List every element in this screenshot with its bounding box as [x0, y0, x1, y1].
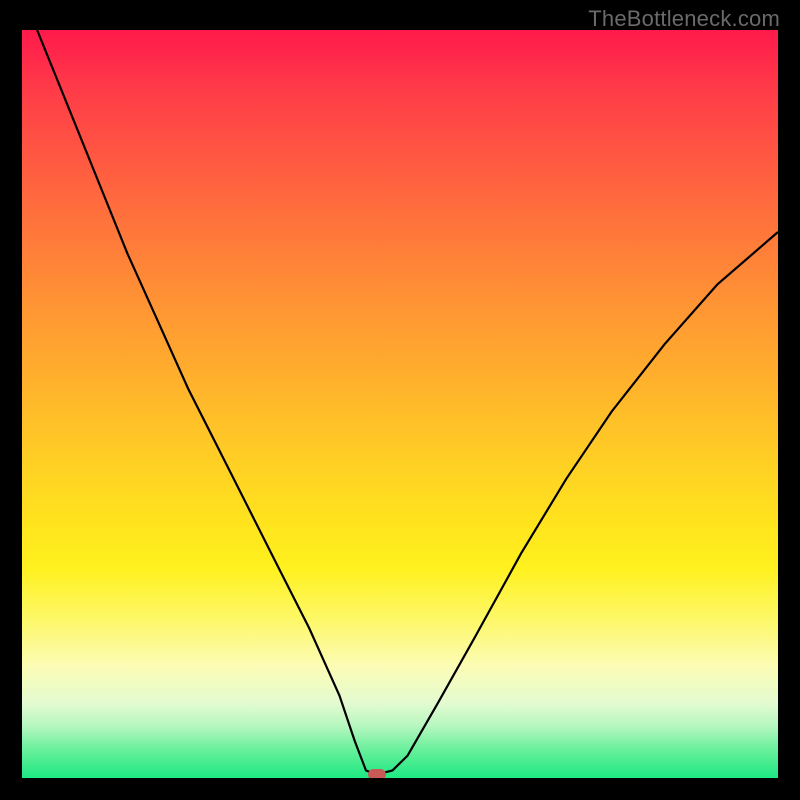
plot-area: [22, 30, 778, 778]
bottleneck-curve: [37, 30, 778, 774]
optimal-marker: [368, 769, 386, 778]
watermark-text: TheBottleneck.com: [588, 6, 780, 32]
chart-frame: TheBottleneck.com: [0, 0, 800, 800]
curve-svg: [22, 30, 778, 778]
